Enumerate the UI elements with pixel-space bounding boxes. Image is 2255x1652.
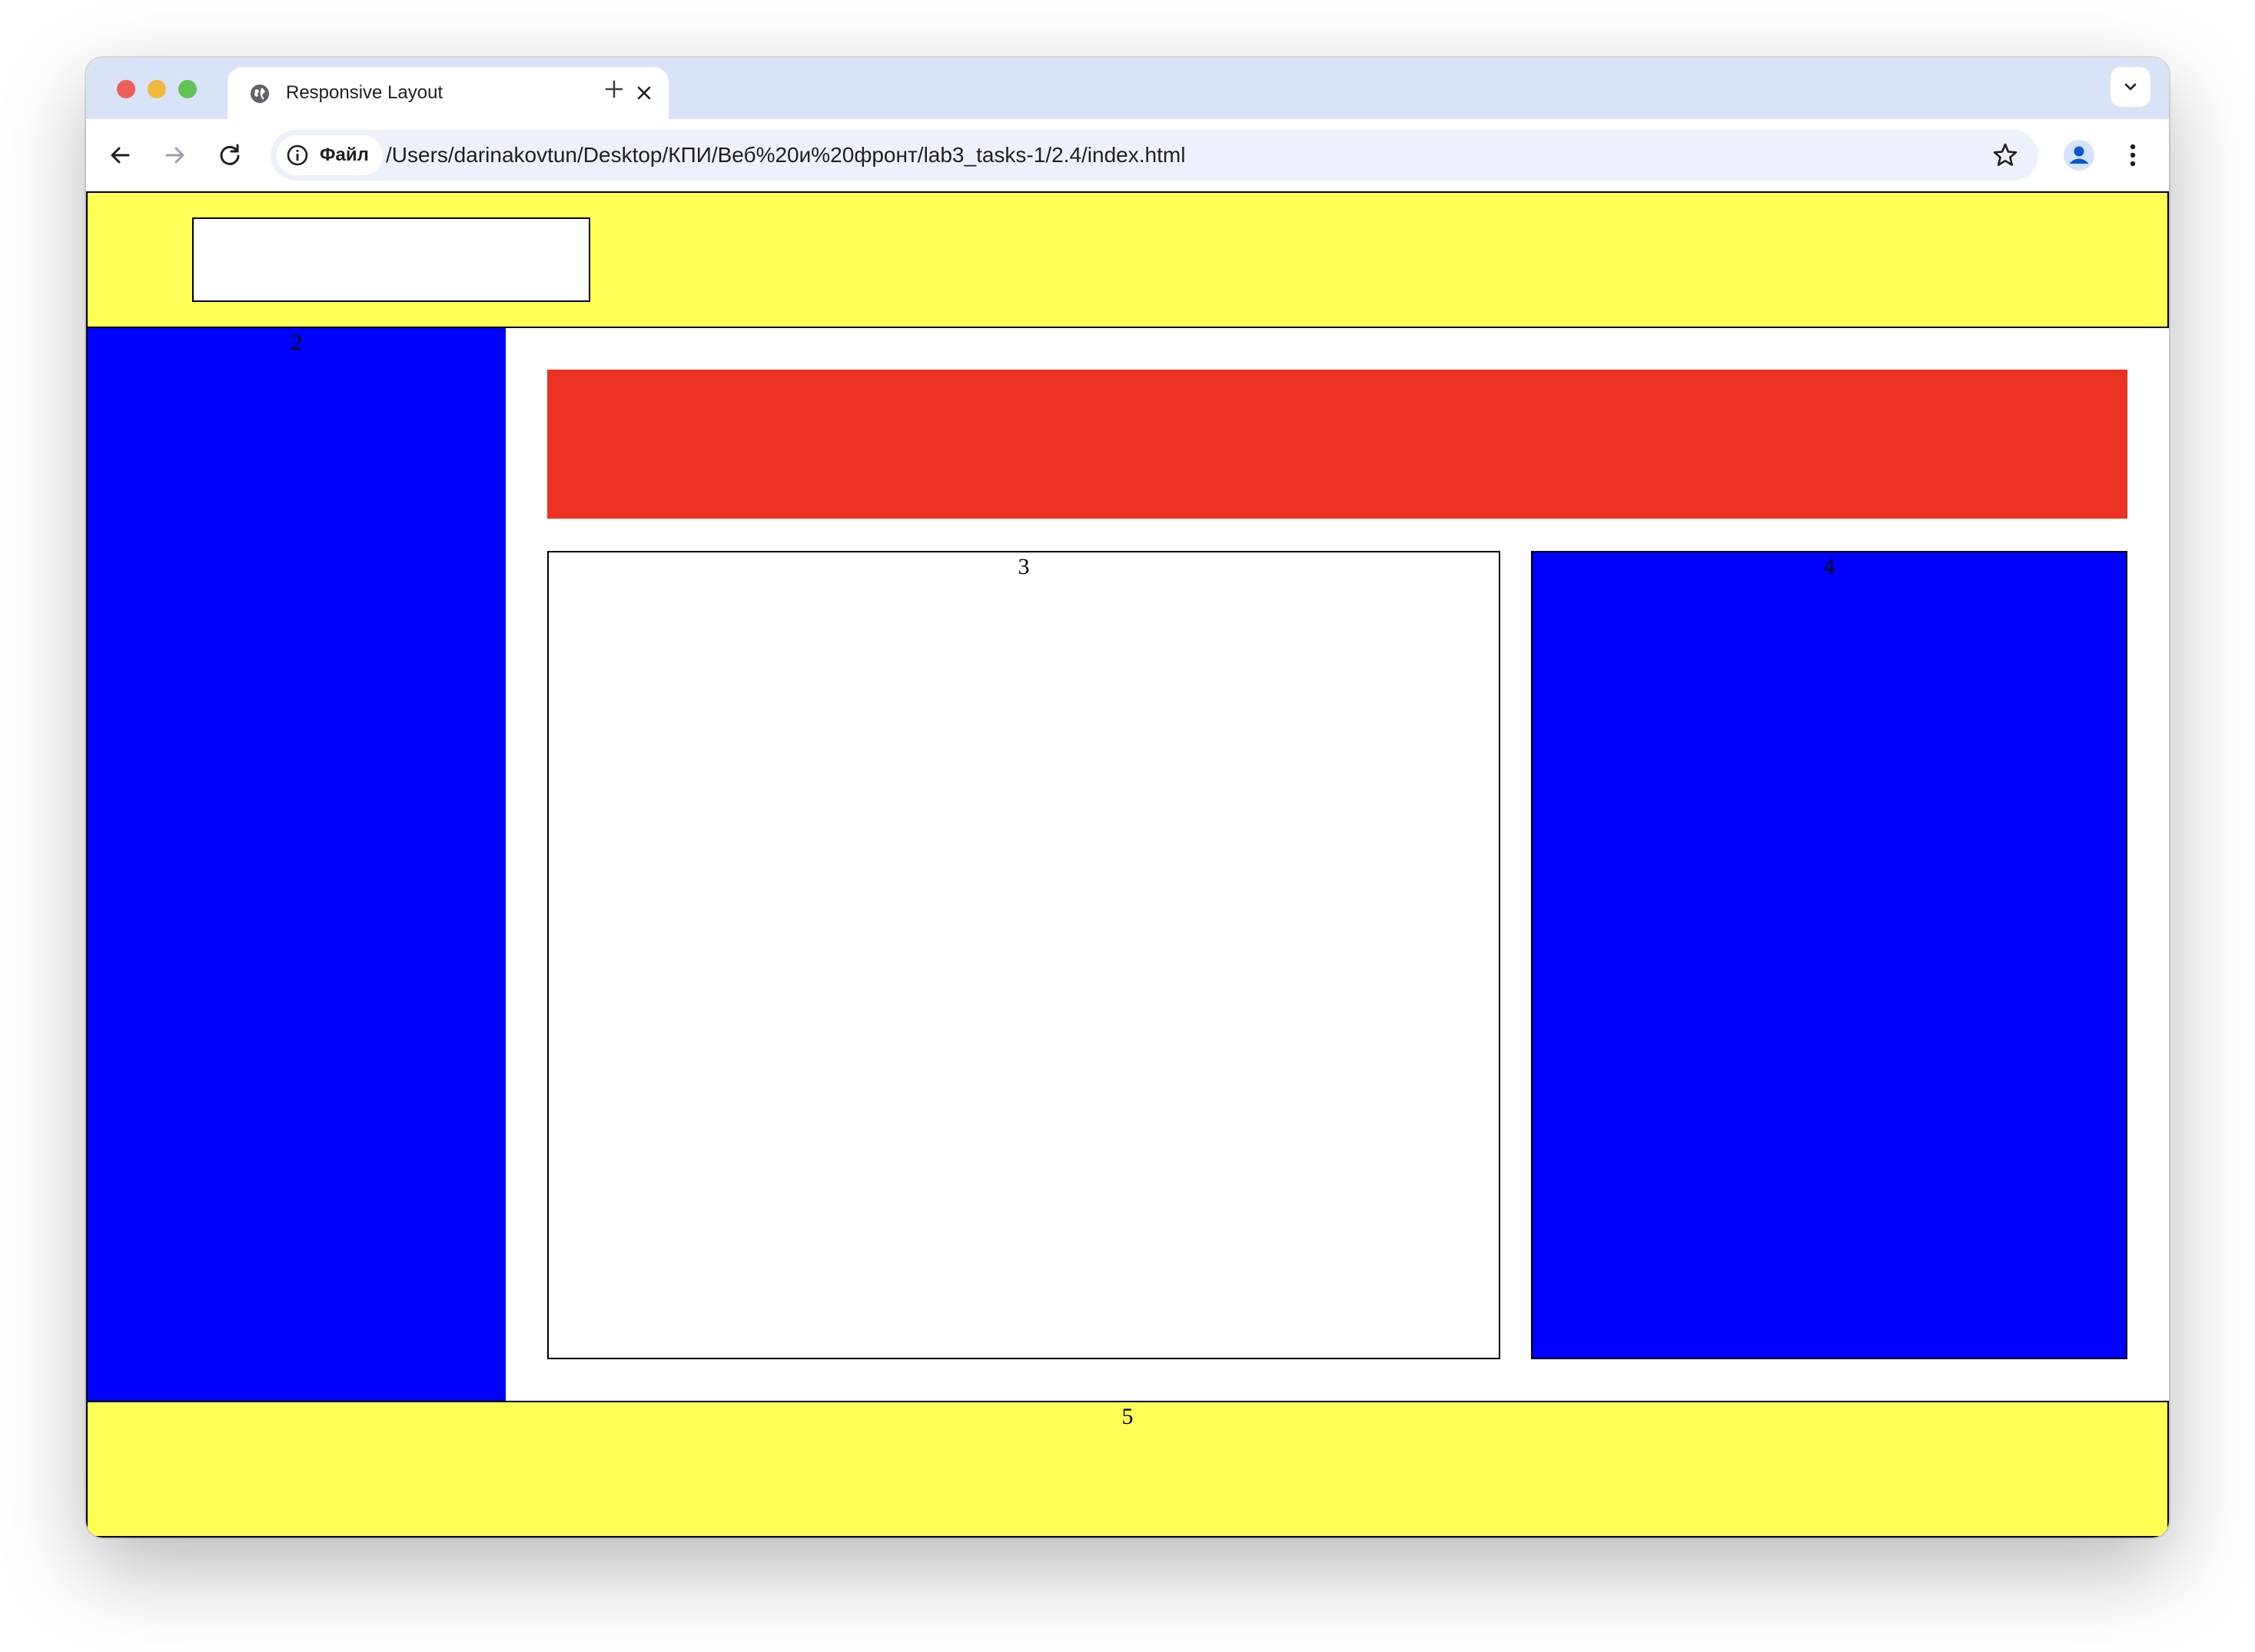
kebab-menu-icon[interactable] [2115, 138, 2150, 173]
footer-label: 5 [1121, 1404, 1134, 1429]
left-sidebar: 2 [86, 327, 506, 1402]
tab-search-button[interactable] [2111, 67, 2150, 107]
new-tab-plus-icon[interactable] [599, 75, 629, 104]
tab-title: Responsive Layout [286, 82, 443, 103]
bookmark-star-icon[interactable] [1991, 141, 2020, 170]
site-info-chip[interactable]: Файл [277, 135, 383, 175]
main-content-box: 3 [547, 551, 1500, 1359]
close-window-button[interactable] [117, 80, 135, 98]
forward-arrow-icon[interactable] [158, 139, 191, 171]
info-icon [287, 144, 308, 166]
aside-label: 4 [1823, 554, 1835, 579]
globe-icon [249, 83, 271, 104]
reload-icon[interactable] [214, 139, 246, 171]
header-logo-box [192, 217, 590, 302]
page-footer: 5 [86, 1401, 2169, 1538]
chevron-down-icon [2124, 83, 2137, 91]
right-aside-box: 4 [1531, 551, 2127, 1359]
browser-window: Responsive Layout Файл /Users/darinakovt… [86, 58, 2169, 1538]
maximize-window-button[interactable] [178, 80, 197, 98]
page-viewport: 2 3 4 5 [86, 191, 2169, 1538]
site-chip-label: Файл [320, 144, 369, 165]
main-content-label: 3 [1018, 554, 1030, 579]
back-arrow-icon[interactable] [105, 139, 137, 171]
close-tab-icon[interactable] [635, 84, 653, 102]
minimize-window-button[interactable] [148, 80, 166, 98]
red-banner [547, 370, 2127, 519]
profile-avatar-icon[interactable] [2061, 138, 2097, 173]
sidebar-label: 2 [291, 330, 303, 355]
url-text[interactable]: /Users/darinakovtun/Desktop/КПИ/Веб%20и%… [386, 143, 1185, 168]
tab-strip: Responsive Layout [86, 58, 2169, 119]
browser-toolbar: Файл /Users/darinakovtun/Desktop/КПИ/Веб… [86, 119, 2169, 191]
address-bar[interactable]: Файл /Users/darinakovtun/Desktop/КПИ/Веб… [271, 130, 2038, 181]
